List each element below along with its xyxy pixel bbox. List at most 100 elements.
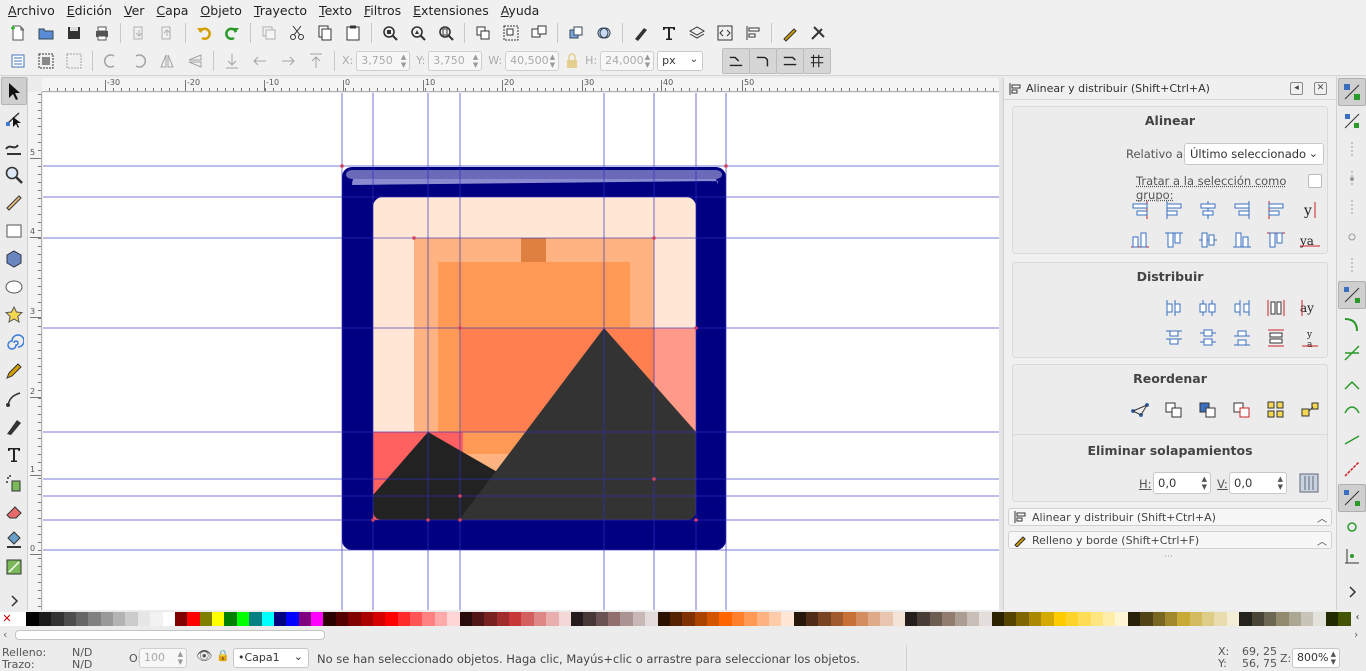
v-gap-input[interactable]: 0,0 ▲ ▼ bbox=[1229, 472, 1287, 494]
paste-icon[interactable] bbox=[339, 21, 367, 45]
color-swatch[interactable] bbox=[843, 612, 856, 626]
y-value[interactable]: 3,750 bbox=[433, 54, 465, 67]
color-swatch[interactable] bbox=[731, 612, 745, 626]
text-icon[interactable] bbox=[655, 21, 683, 45]
color-swatch[interactable] bbox=[471, 612, 485, 626]
color-swatch[interactable] bbox=[917, 612, 930, 626]
palette-menu-icon[interactable]: ‹ bbox=[1351, 612, 1365, 626]
color-swatch[interactable] bbox=[311, 612, 324, 626]
color-swatch[interactable] bbox=[1189, 612, 1202, 626]
color-swatch[interactable] bbox=[1239, 612, 1252, 626]
scale-corners-toggle[interactable] bbox=[749, 47, 778, 74]
color-swatch[interactable] bbox=[224, 612, 237, 626]
select-all-layers-icon[interactable] bbox=[32, 49, 60, 73]
gradient-tool-icon[interactable] bbox=[1, 553, 27, 581]
zoom-tool-icon[interactable] bbox=[1, 161, 27, 189]
ellipse-tool-icon[interactable] bbox=[1, 273, 27, 301]
color-swatch[interactable] bbox=[484, 612, 497, 626]
color-swatch[interactable] bbox=[125, 612, 138, 626]
color-swatch[interactable] bbox=[212, 612, 225, 626]
arrange-grid-icon[interactable] bbox=[1259, 395, 1293, 425]
zoom-drawing-icon[interactable] bbox=[404, 21, 432, 45]
color-swatch[interactable] bbox=[348, 612, 361, 626]
color-swatch[interactable] bbox=[1152, 612, 1165, 626]
color-swatch[interactable] bbox=[570, 612, 584, 626]
w-field[interactable]: W: 40,500 ▲ ▼ bbox=[488, 50, 560, 71]
exchange-z-order-icon[interactable] bbox=[1191, 395, 1225, 425]
export-icon[interactable] bbox=[153, 21, 181, 45]
align-top-icon[interactable] bbox=[1157, 225, 1191, 255]
color-swatch[interactable] bbox=[1053, 612, 1066, 626]
color-swatch[interactable] bbox=[1325, 612, 1339, 626]
align-bottom-icon[interactable] bbox=[1225, 225, 1259, 255]
clone-icon[interactable] bbox=[525, 21, 553, 45]
exchange-clockwise-icon[interactable] bbox=[1225, 395, 1259, 425]
eraser-tool-icon[interactable] bbox=[1, 497, 27, 525]
canvas[interactable] bbox=[43, 93, 999, 610]
color-swatch[interactable] bbox=[880, 612, 893, 626]
fill-stroke-icon[interactable] bbox=[776, 21, 804, 45]
xml-icon[interactable] bbox=[711, 21, 739, 45]
color-swatch[interactable] bbox=[818, 612, 831, 626]
color-swatch[interactable] bbox=[447, 612, 460, 626]
color-swatch[interactable] bbox=[26, 612, 39, 626]
menu-edición[interactable]: Edición bbox=[63, 3, 120, 18]
color-swatch[interactable] bbox=[63, 612, 76, 626]
snap-bbox-midpoints-icon[interactable] bbox=[1338, 194, 1366, 222]
distribute-center-h-icon[interactable] bbox=[1191, 293, 1225, 323]
color-swatch[interactable] bbox=[966, 612, 980, 626]
color-swatch[interactable] bbox=[1115, 612, 1128, 626]
snap-others-icon[interactable] bbox=[1338, 484, 1366, 512]
open-document-icon[interactable] bbox=[32, 21, 60, 45]
raise-one-icon[interactable] bbox=[274, 49, 302, 73]
distribute-left-icon[interactable] bbox=[1157, 293, 1191, 323]
color-swatch[interactable] bbox=[867, 612, 881, 626]
color-swatch[interactable] bbox=[558, 612, 571, 626]
rectangle-tool-icon[interactable] bbox=[1, 217, 27, 245]
color-swatch[interactable] bbox=[150, 612, 163, 626]
horizontal-scroll-thumb[interactable] bbox=[15, 630, 325, 640]
color-swatch[interactable] bbox=[744, 612, 757, 626]
measure-tool-icon[interactable] bbox=[1, 189, 27, 217]
align-left-icon[interactable] bbox=[1157, 195, 1191, 225]
color-swatch[interactable] bbox=[410, 612, 423, 626]
color-swatch[interactable] bbox=[1140, 612, 1153, 626]
color-swatch[interactable] bbox=[1177, 612, 1190, 626]
scroll-right-icon[interactable]: › bbox=[1354, 628, 1358, 641]
color-swatch[interactable] bbox=[645, 612, 658, 626]
star-tool-icon[interactable] bbox=[1, 301, 27, 329]
color-swatch[interactable] bbox=[509, 612, 522, 626]
color-swatch[interactable] bbox=[1028, 612, 1042, 626]
color-swatch[interactable] bbox=[892, 612, 905, 626]
snap-paths-icon[interactable] bbox=[1338, 310, 1366, 338]
3d-box-tool-icon[interactable] bbox=[1, 245, 27, 273]
drawing[interactable] bbox=[43, 93, 999, 610]
scale-stroke-toggle[interactable] bbox=[722, 47, 751, 74]
color-swatch[interactable] bbox=[806, 612, 819, 626]
color-swatch[interactable] bbox=[1276, 612, 1289, 626]
zoom-selection-icon[interactable] bbox=[376, 21, 404, 45]
distribute-gaps-v-icon[interactable] bbox=[1259, 323, 1293, 353]
exchange-positions-icon[interactable] bbox=[1157, 395, 1191, 425]
layers-icon[interactable] bbox=[683, 21, 711, 45]
color-swatch[interactable] bbox=[1016, 612, 1029, 626]
dock-grip-icon[interactable]: ⋯ bbox=[1164, 552, 1173, 562]
menu-extensiones[interactable]: Extensiones bbox=[409, 3, 497, 18]
color-swatch[interactable] bbox=[1103, 612, 1116, 626]
snap-bbox-icon[interactable] bbox=[1338, 107, 1366, 135]
color-swatch[interactable] bbox=[669, 612, 683, 626]
color-swatch[interactable] bbox=[236, 612, 250, 626]
import-icon[interactable] bbox=[125, 21, 153, 45]
color-swatch[interactable] bbox=[991, 612, 1004, 626]
text-tool-icon[interactable] bbox=[1, 441, 27, 469]
distribute-top-icon[interactable] bbox=[1157, 323, 1191, 353]
align-bottom-edge-icon[interactable] bbox=[1123, 225, 1157, 255]
color-swatch[interactable] bbox=[1041, 612, 1054, 626]
lock-ratio-icon[interactable] bbox=[562, 49, 582, 73]
snap-intersections-icon[interactable] bbox=[1338, 339, 1366, 367]
rotate-ccw-icon[interactable] bbox=[97, 49, 125, 73]
color-swatch[interactable] bbox=[694, 612, 707, 626]
x-value[interactable]: 3,750 bbox=[361, 54, 393, 67]
color-swatch[interactable] bbox=[707, 612, 720, 626]
color-swatch[interactable] bbox=[1202, 612, 1215, 626]
